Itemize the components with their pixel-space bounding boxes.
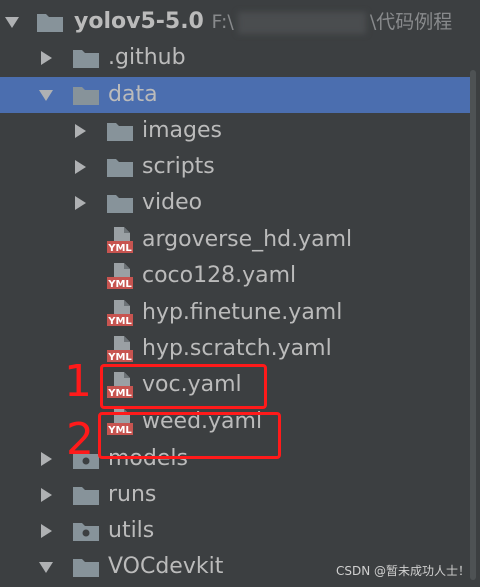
tree-item-label: images (142, 118, 222, 143)
tree-item-label: .github (108, 45, 186, 70)
yaml-file-icon: YML (106, 222, 134, 258)
tree-item-label: video (142, 190, 203, 215)
collapse-arrow-icon[interactable] (70, 113, 90, 149)
vertical-scrollbar[interactable] (470, 70, 476, 580)
csdn-watermark: CSDN @暂未成功人士！ (335, 564, 470, 578)
folder-icon (72, 40, 100, 76)
tree-item-images[interactable]: images (0, 113, 472, 149)
tree-item-coco128-yaml[interactable]: YML coco128.yaml (0, 258, 472, 294)
expand-arrow-icon[interactable] (36, 549, 56, 585)
package-folder-icon (72, 513, 100, 549)
tree-item-label: data (108, 82, 158, 107)
folder-icon (106, 149, 134, 185)
tree-item-scripts[interactable]: scripts (0, 149, 472, 185)
folder-icon (106, 185, 134, 221)
collapse-arrow-icon[interactable] (36, 40, 56, 76)
svg-text:YML: YML (107, 243, 132, 254)
tree-item-label: hyp.finetune.yaml (142, 300, 343, 325)
svg-text:YML: YML (107, 352, 132, 363)
tree-item-root-project[interactable]: yolov5-5.0 F:\ \代码例程 (0, 4, 472, 40)
folder-icon (72, 477, 100, 513)
tree-item-argoverse-hd-yaml[interactable]: YML argoverse_hd.yaml (0, 222, 472, 258)
collapse-arrow-icon[interactable] (36, 441, 56, 477)
tree-item-label: coco128.yaml (142, 263, 297, 288)
tree-item-label: hyp.scratch.yaml (142, 336, 332, 361)
annotation-number-1: 1 (64, 356, 92, 407)
tree-item-label: runs (108, 482, 157, 507)
expand-arrow-icon[interactable] (2, 4, 22, 40)
redacted-path-segment (237, 11, 366, 34)
folder-icon (36, 4, 64, 40)
expand-arrow-icon[interactable] (36, 77, 56, 113)
tree-item-utils[interactable]: utils (0, 513, 472, 549)
tree-item-label: argoverse_hd.yaml (142, 227, 353, 252)
collapse-arrow-icon[interactable] (36, 477, 56, 513)
folder-icon (106, 113, 134, 149)
tree-item-label: utils (108, 518, 155, 543)
tree-item-data[interactable]: data (0, 77, 472, 113)
annotation-number-2: 2 (66, 414, 94, 465)
tree-item-github[interactable]: .github (0, 40, 472, 76)
collapse-arrow-icon[interactable] (36, 513, 56, 549)
yaml-file-icon: YML (106, 331, 134, 367)
tree-item-label: VOCdevkit (108, 554, 224, 579)
tree-item-runs[interactable]: runs (0, 477, 472, 513)
tree-item-label: scripts (142, 154, 215, 179)
yaml-file-icon: YML (106, 295, 134, 331)
svg-text:YML: YML (107, 316, 132, 327)
collapse-arrow-icon[interactable] (70, 185, 90, 221)
project-path: F:\ \代码例程 (211, 11, 453, 34)
collapse-arrow-icon[interactable] (70, 149, 90, 185)
annotation-box-voc (100, 364, 267, 409)
project-name: yolov5-5.0 (74, 9, 204, 34)
yaml-file-icon: YML (106, 258, 134, 294)
folder-icon (72, 549, 100, 585)
folder-icon (72, 77, 100, 113)
project-tree: yolov5-5.0 F:\ \代码例程 .github data images … (0, 0, 480, 587)
tree-item-video[interactable]: video (0, 185, 472, 221)
svg-text:YML: YML (107, 279, 132, 290)
tree-item-hyp-finetune-yaml[interactable]: YML hyp.finetune.yaml (0, 295, 472, 331)
annotation-box-weed (98, 412, 281, 459)
